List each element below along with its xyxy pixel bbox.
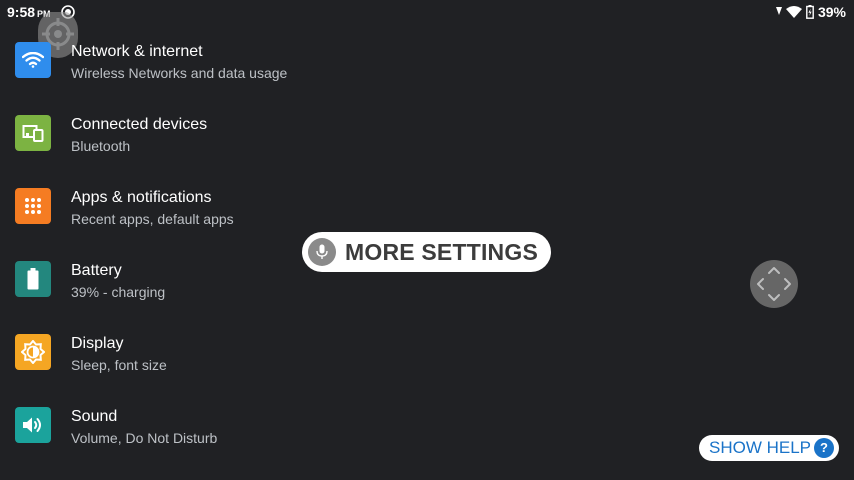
brightness-icon <box>15 334 51 370</box>
battery-percent: 39% <box>817 4 846 20</box>
setting-subtitle: Sleep, font size <box>71 357 167 373</box>
setting-title: Network & internet <box>71 43 203 60</box>
status-bar: 9:58 PM 39% <box>0 0 854 24</box>
setting-connected-devices[interactable]: Connected devices Bluetooth <box>0 97 700 170</box>
setting-title: Apps & notifications <box>71 189 212 206</box>
setting-sound[interactable]: Sound Volume, Do Not Disturb <box>0 389 700 462</box>
apps-grid-icon <box>15 188 51 224</box>
setting-subtitle: 39% - charging <box>71 284 166 300</box>
setting-title: Connected devices <box>71 116 208 133</box>
clock-time: 9:58 <box>7 4 36 20</box>
dpad-arrows-icon <box>757 267 791 301</box>
volume-icon <box>15 407 51 443</box>
setting-title: Sound <box>71 408 118 425</box>
voice-command-label: MORE SETTINGS <box>345 239 539 265</box>
navigation-pad[interactable] <box>750 260 798 308</box>
microphone-icon <box>308 238 336 266</box>
voice-command-more-settings[interactable]: MORE SETTINGS <box>302 232 551 272</box>
devices-icon <box>15 115 51 151</box>
android-settings-screen: 9:58 PM 39% Network & internet Wireless … <box>0 0 854 480</box>
setting-network-internet[interactable]: Network & internet Wireless Networks and… <box>0 24 700 97</box>
status-icons: 39% <box>775 4 846 20</box>
setting-subtitle: Volume, Do Not Disturb <box>71 430 218 446</box>
help-question-icon: ? <box>814 438 834 458</box>
show-help-label: SHOW HELP <box>709 438 812 457</box>
setting-subtitle: Wireless Networks and data usage <box>71 65 288 81</box>
setting-title: Battery <box>71 262 122 279</box>
battery-icon <box>15 261 51 297</box>
setting-subtitle: Bluetooth <box>71 138 131 154</box>
setting-title: Display <box>71 335 124 352</box>
show-help-button[interactable]: SHOW HELP ? <box>699 435 839 461</box>
signal-icon <box>775 7 782 15</box>
wifi-icon <box>15 42 51 78</box>
battery-charging-icon <box>806 5 814 19</box>
setting-subtitle: Recent apps, default apps <box>71 211 234 227</box>
wifi-icon <box>785 5 802 18</box>
setting-display[interactable]: Display Sleep, font size <box>0 316 700 389</box>
